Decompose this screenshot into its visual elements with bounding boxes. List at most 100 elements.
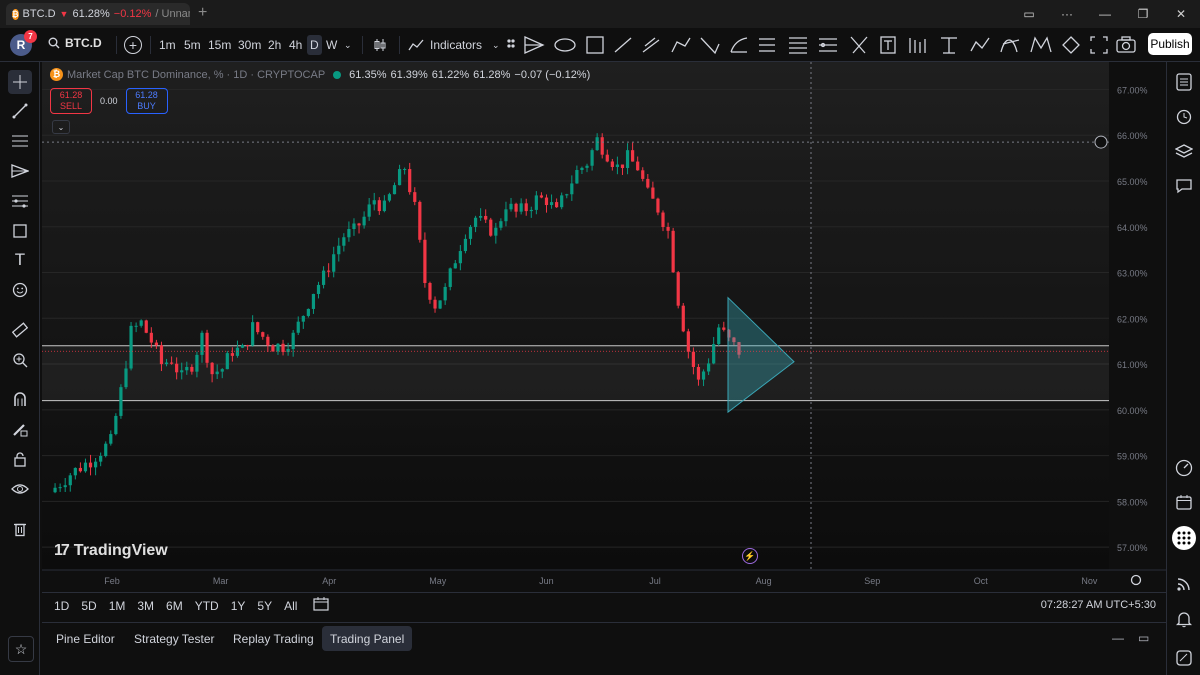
crosshair-tool[interactable] <box>8 70 32 94</box>
candle-body <box>149 332 153 343</box>
user-avatar[interactable]: R 7 <box>10 30 37 56</box>
tab-trading-panel[interactable]: Trading Panel <box>322 626 413 651</box>
new-tab-button[interactable]: + <box>198 4 207 22</box>
pitchfork-tool[interactable] <box>8 159 32 183</box>
publish-button[interactable]: Publish <box>1148 33 1192 55</box>
interval-30m[interactable]: 30m <box>238 35 261 55</box>
zoom-tool[interactable] <box>8 348 32 372</box>
tradingview-app: ₿ BTC.D ▼ 61.28% −0.12% / Unnam + ▭ ··· … <box>0 0 1200 675</box>
candle-body <box>225 353 229 370</box>
tab-price: 61.28% <box>72 8 110 20</box>
buy-button[interactable]: 61.28 BUY <box>125 88 168 114</box>
browser-tab[interactable]: ₿ BTC.D ▼ 61.28% −0.12% / Unnam <box>6 3 190 25</box>
screenshot-icon[interactable]: ▭ <box>1010 0 1048 28</box>
range-ytd[interactable]: YTD <box>195 599 219 613</box>
collapse-legend-button[interactable]: ⌄ <box>52 120 70 134</box>
candle-body <box>468 226 473 239</box>
chat-button[interactable] <box>1172 174 1196 198</box>
notifications-button[interactable] <box>1172 607 1196 631</box>
lightning-icon[interactable]: ⚡ <box>742 548 758 564</box>
legend-close: 61.28% <box>473 68 511 81</box>
candles-type-button[interactable] <box>372 35 388 55</box>
magnet-tool[interactable] <box>8 387 32 411</box>
range-5d[interactable]: 5D <box>81 599 96 613</box>
interval-15m[interactable]: 15m <box>208 35 231 55</box>
lock-tool[interactable] <box>8 447 32 471</box>
divider <box>399 36 400 54</box>
minimize-icon[interactable]: — <box>1086 0 1124 28</box>
text-tool[interactable]: T <box>8 248 32 272</box>
interval-4h[interactable]: 4h <box>289 35 302 55</box>
trend-line-tool[interactable] <box>8 99 32 123</box>
tab-pine-editor[interactable]: Pine Editor <box>48 626 123 651</box>
calendar-button[interactable] <box>1172 490 1196 514</box>
cyclic-lines-icon <box>1000 39 1020 53</box>
close-icon[interactable]: ✕ <box>1162 0 1200 28</box>
fib-channel-icon <box>819 38 837 52</box>
add-alert-icon <box>1094 135 1108 149</box>
indicators-button[interactable]: Indicators <box>408 35 482 55</box>
tab-replay-trading[interactable]: Replay Trading <box>225 626 322 651</box>
help-button[interactable] <box>1172 646 1196 670</box>
go-to-date-button[interactable] <box>313 597 330 614</box>
path-icon <box>671 37 691 53</box>
sell-button[interactable]: 61.28 SELL <box>50 88 92 114</box>
horizontal-lines-tool[interactable] <box>8 129 32 153</box>
watchlist-icon <box>1176 73 1192 91</box>
candle-body <box>256 322 260 333</box>
shapes-tool[interactable] <box>8 219 32 243</box>
range-6m[interactable]: 6M <box>166 599 183 613</box>
price-tick-label: 65.00% <box>1117 177 1148 187</box>
gann-tool[interactable] <box>8 189 32 213</box>
drawing-tools-row[interactable] <box>505 34 1155 56</box>
visibility-tool[interactable] <box>8 477 32 501</box>
candle-body <box>555 202 559 208</box>
restore-icon[interactable]: ❐ <box>1124 0 1162 28</box>
range-3m[interactable]: 3M <box>137 599 154 613</box>
alerts-button[interactable] <box>1172 104 1196 128</box>
candle-body <box>352 223 356 230</box>
chart-pane[interactable]: 65.85%Wed 13 Aug '2561.28%22:01:33 67.00… <box>42 62 1166 592</box>
more-icon[interactable]: ··· <box>1048 0 1086 28</box>
chart-legend: ₿ Market Cap BTC Dominance, % · 1D · CRY… <box>50 68 590 81</box>
interval-2h[interactable]: 2h <box>268 35 281 55</box>
symbol-search[interactable]: BTC.D <box>48 36 102 50</box>
candle-body <box>392 185 397 195</box>
time-tick-label: Nov <box>1081 576 1098 586</box>
favorite-star-icon[interactable]: ☆ <box>8 636 34 662</box>
ruler-tool[interactable] <box>8 318 32 342</box>
compare-symbol-button[interactable]: + <box>124 36 142 54</box>
remove-drawings-tool[interactable] <box>8 517 32 541</box>
calendar-range-icon <box>313 597 330 611</box>
drawing-mode-tool[interactable] <box>8 417 32 441</box>
maximize-panel-icon[interactable]: ▭ <box>1138 631 1149 645</box>
object-tree-button[interactable] <box>1172 139 1196 163</box>
price-chart[interactable]: 65.85%Wed 13 Aug '2561.28%22:01:33 67.00… <box>42 62 1166 592</box>
range-1y[interactable]: 1Y <box>231 599 246 613</box>
apps-button[interactable] <box>1172 526 1196 550</box>
stream-button[interactable] <box>1172 572 1196 596</box>
range-1m[interactable]: 1M <box>109 599 126 613</box>
interval-5m[interactable]: 5m <box>184 35 201 55</box>
tab-strategy-tester[interactable]: Strategy Tester <box>126 626 222 651</box>
chevron-down-icon[interactable]: ⌄ <box>344 35 352 55</box>
price-tick-label: 62.00% <box>1117 314 1148 324</box>
candle-body <box>83 462 88 472</box>
minimize-panel-icon[interactable]: — <box>1112 631 1124 645</box>
speedometer-button[interactable] <box>1172 456 1196 480</box>
interval-w[interactable]: W <box>326 35 337 55</box>
clock-timezone[interactable]: 07:28:27 AM UTC+5:30 <box>1041 599 1156 611</box>
brand-name: TradingView <box>73 542 168 559</box>
interval-1m[interactable]: 1m <box>159 35 176 55</box>
range-all[interactable]: All <box>284 599 297 613</box>
candle-body <box>433 299 437 309</box>
speedometer-icon <box>1175 459 1193 477</box>
candle-body <box>580 167 584 171</box>
emoji-tool[interactable] <box>8 278 32 302</box>
range-5y[interactable]: 5Y <box>257 599 272 613</box>
chevron-down-icon[interactable]: ⌄ <box>492 35 500 55</box>
range-1d[interactable]: 1D <box>54 599 69 613</box>
interval-d[interactable]: D <box>307 35 322 55</box>
watchlist-button[interactable] <box>1172 70 1196 94</box>
time-tick-label: Apr <box>322 576 336 586</box>
